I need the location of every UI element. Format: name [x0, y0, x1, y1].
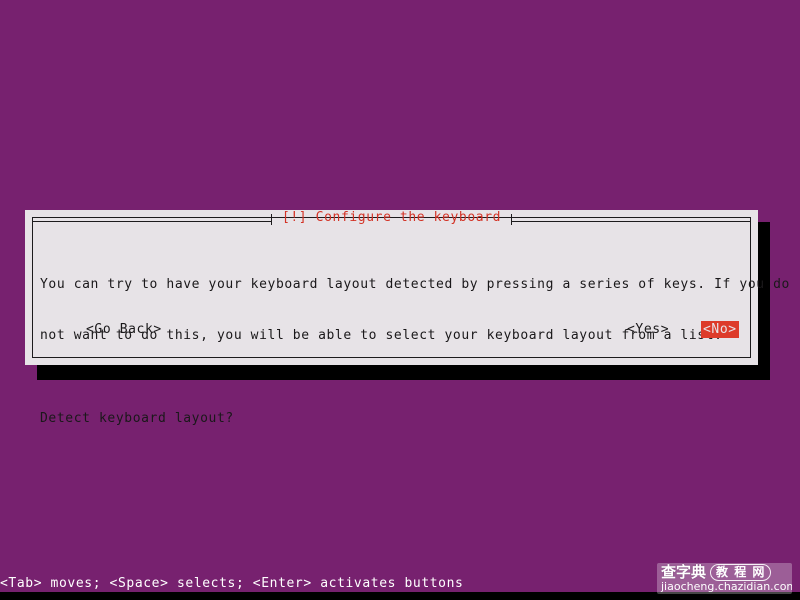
watermark-logo-row: 查字典 教 程 网 [661, 563, 772, 581]
watermark-url: jiaocheng.chazidian.com [661, 580, 792, 593]
watermark-site-name: 查字典 [661, 563, 707, 581]
dialog-button-row: <Go Back> <Yes> <No> [40, 321, 743, 338]
watermark: 查字典 教 程 网 jiaocheng.chazidian.com [657, 563, 792, 594]
yes-button[interactable]: <Yes> [625, 321, 671, 338]
installer-screen: [!] Configure the keyboard You can try t… [0, 0, 800, 600]
description-line-1: You can try to have your keyboard layout… [40, 277, 790, 292]
question-label: Detect keyboard layout? [40, 411, 234, 426]
go-back-button[interactable]: <Go Back> [84, 321, 164, 338]
watermark-badge: 教 程 网 [710, 564, 772, 581]
configure-keyboard-dialog: [!] Configure the keyboard You can try t… [25, 210, 790, 426]
no-button[interactable]: <No> [701, 321, 739, 338]
